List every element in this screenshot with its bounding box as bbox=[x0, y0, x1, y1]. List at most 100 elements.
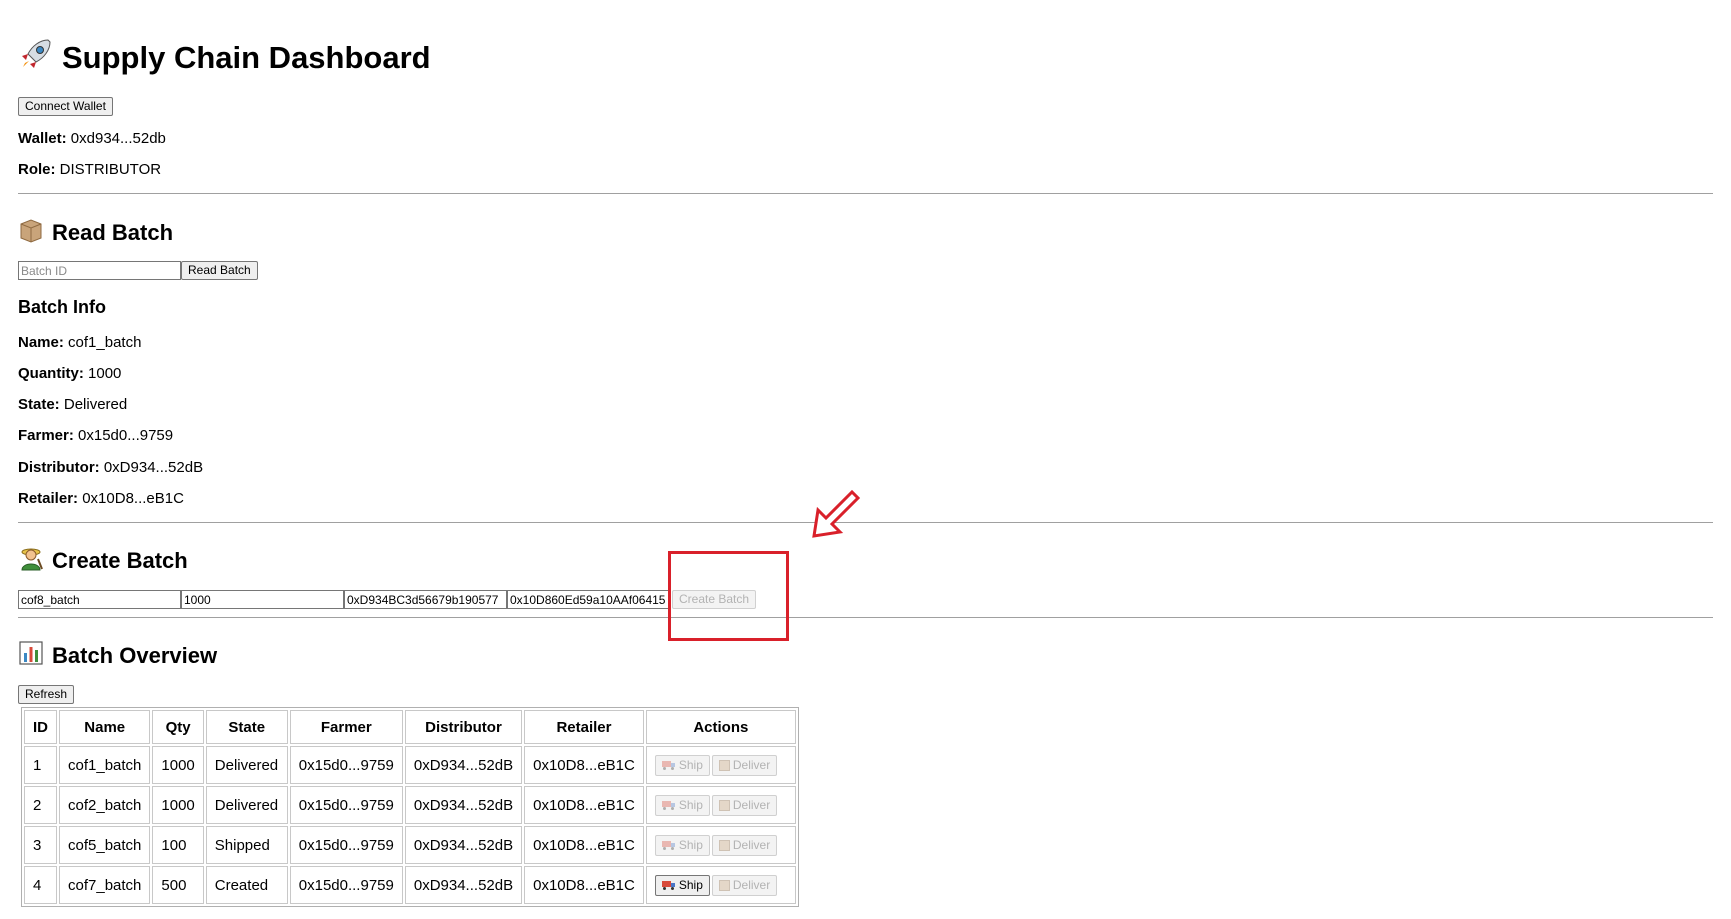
cell-farmer: 0x15d0...9759 bbox=[289, 786, 403, 824]
cell-id: 4 bbox=[24, 866, 57, 904]
column-header: Actions bbox=[645, 710, 796, 744]
info-label: Distributor: bbox=[18, 459, 100, 476]
ship-label: Ship bbox=[678, 757, 703, 772]
info-label: Name: bbox=[18, 334, 64, 351]
truck-icon bbox=[661, 840, 676, 850]
column-header: Qty bbox=[152, 710, 204, 744]
cell-farmer: 0x15d0...9759 bbox=[289, 746, 403, 784]
bar-chart-icon bbox=[18, 640, 44, 672]
cell-name: cof5_batch bbox=[59, 826, 151, 864]
divider bbox=[18, 617, 1713, 618]
page-title: Supply Chain Dashboard bbox=[18, 36, 431, 80]
farmer-icon bbox=[18, 545, 44, 577]
cell-distributor: 0xD934...52dB bbox=[404, 786, 523, 824]
read-batch-form: Read Batch bbox=[18, 261, 258, 280]
connect-wallet-button[interactable]: Connect Wallet bbox=[18, 97, 113, 116]
cell-retailer: 0x10D8...eB1C bbox=[524, 786, 644, 824]
create-batch-form: Create Batch bbox=[18, 590, 757, 609]
column-header: Name bbox=[59, 710, 151, 744]
cell-farmer: 0x15d0...9759 bbox=[289, 866, 403, 904]
deliver-button[interactable]: Deliver bbox=[711, 874, 778, 896]
package-icon bbox=[718, 879, 730, 891]
batch-table: ID Name Qty State Farmer Distributor Ret… bbox=[21, 707, 799, 907]
truck-icon bbox=[661, 880, 676, 890]
table-header-row: ID Name Qty State Farmer Distributor Ret… bbox=[24, 710, 796, 744]
deliver-label: Deliver bbox=[732, 837, 771, 852]
create-batch-heading: Create Batch bbox=[18, 545, 188, 577]
truck-icon bbox=[661, 800, 676, 810]
role-label: Role: bbox=[18, 161, 56, 178]
ship-button[interactable]: Ship bbox=[654, 794, 710, 816]
cell-name: cof1_batch bbox=[59, 746, 151, 784]
deliver-label: Deliver bbox=[732, 877, 771, 892]
info-state: State: Delivered bbox=[18, 396, 127, 413]
batch-overview-title: Batch Overview bbox=[52, 643, 218, 668]
table-row: 2 cof2_batch 1000 Delivered 0x15d0...975… bbox=[24, 786, 796, 824]
batch-info-title: Batch Info bbox=[18, 297, 106, 317]
cell-distributor: 0xD934...52dB bbox=[404, 866, 523, 904]
deliver-button[interactable]: Deliver bbox=[711, 754, 778, 776]
cell-retailer: 0x10D8...eB1C bbox=[524, 826, 644, 864]
column-header: Retailer bbox=[524, 710, 644, 744]
info-retailer: Retailer: 0x10D8...eB1C bbox=[18, 490, 184, 507]
ship-label: Ship bbox=[678, 837, 703, 852]
page-title-text: Supply Chain Dashboard bbox=[62, 40, 431, 75]
ship-button[interactable]: Ship bbox=[654, 754, 710, 776]
read-batch-title: Read Batch bbox=[52, 220, 174, 245]
cell-state: Delivered bbox=[205, 746, 288, 784]
deliver-label: Deliver bbox=[732, 797, 771, 812]
ship-button[interactable]: Ship bbox=[654, 874, 710, 896]
truck-icon bbox=[661, 760, 676, 770]
info-label: Retailer: bbox=[18, 490, 79, 507]
cell-id: 2 bbox=[24, 786, 57, 824]
info-distributor: Distributor: 0xD934...52dB bbox=[18, 459, 203, 476]
info-value: 0x15d0...9759 bbox=[78, 427, 174, 444]
column-header: ID bbox=[24, 710, 57, 744]
role-line: Role: DISTRIBUTOR bbox=[18, 161, 161, 178]
cell-id: 1 bbox=[24, 746, 57, 784]
package-icon bbox=[718, 759, 730, 771]
info-value: Delivered bbox=[63, 396, 128, 413]
create-batch-title: Create Batch bbox=[52, 548, 188, 573]
cell-qty: 500 bbox=[152, 866, 204, 904]
info-value: cof1_batch bbox=[68, 334, 142, 351]
info-value: 0x10D8...eB1C bbox=[82, 490, 184, 507]
batch-id-input[interactable] bbox=[18, 261, 181, 280]
info-value: 0xD934...52dB bbox=[103, 459, 204, 476]
cell-state: Delivered bbox=[205, 786, 288, 824]
deliver-label: Deliver bbox=[732, 757, 771, 772]
rocket-icon bbox=[18, 36, 54, 80]
info-name: Name: cof1_batch bbox=[18, 334, 141, 351]
batch-overview-heading: Batch Overview bbox=[18, 640, 217, 672]
info-label: Quantity: bbox=[18, 365, 84, 382]
batch-name-input[interactable] bbox=[18, 590, 181, 609]
retailer-address-input[interactable] bbox=[507, 590, 670, 609]
cell-id: 3 bbox=[24, 826, 57, 864]
highlight-box bbox=[668, 551, 789, 641]
role-value: DISTRIBUTOR bbox=[59, 161, 162, 178]
quantity-input[interactable] bbox=[181, 590, 344, 609]
cell-retailer: 0x10D8...eB1C bbox=[524, 866, 644, 904]
cell-qty: 1000 bbox=[152, 786, 204, 824]
package-icon bbox=[718, 839, 730, 851]
refresh-button[interactable]: Refresh bbox=[18, 685, 75, 704]
deliver-button[interactable]: Deliver bbox=[711, 794, 778, 816]
ship-button[interactable]: Ship bbox=[654, 834, 710, 856]
info-quantity: Quantity: 1000 bbox=[18, 365, 121, 382]
read-batch-button[interactable]: Read Batch bbox=[181, 261, 258, 280]
info-label: State: bbox=[18, 396, 60, 413]
distributor-address-input[interactable] bbox=[344, 590, 507, 609]
package-icon bbox=[18, 217, 44, 249]
column-header: Farmer bbox=[289, 710, 403, 744]
info-label: Farmer: bbox=[18, 427, 74, 444]
cell-actions: Ship Deliver bbox=[645, 786, 796, 824]
cell-distributor: 0xD934...52dB bbox=[404, 746, 523, 784]
cell-farmer: 0x15d0...9759 bbox=[289, 826, 403, 864]
deliver-button[interactable]: Deliver bbox=[711, 834, 778, 856]
cell-qty: 1000 bbox=[152, 746, 204, 784]
divider bbox=[18, 193, 1713, 194]
cell-actions: Ship Deliver bbox=[645, 866, 796, 904]
pointer-arrow-icon bbox=[812, 482, 868, 542]
wallet-value: 0xd934...52db bbox=[70, 130, 166, 147]
cell-actions: Ship Deliver bbox=[645, 826, 796, 864]
